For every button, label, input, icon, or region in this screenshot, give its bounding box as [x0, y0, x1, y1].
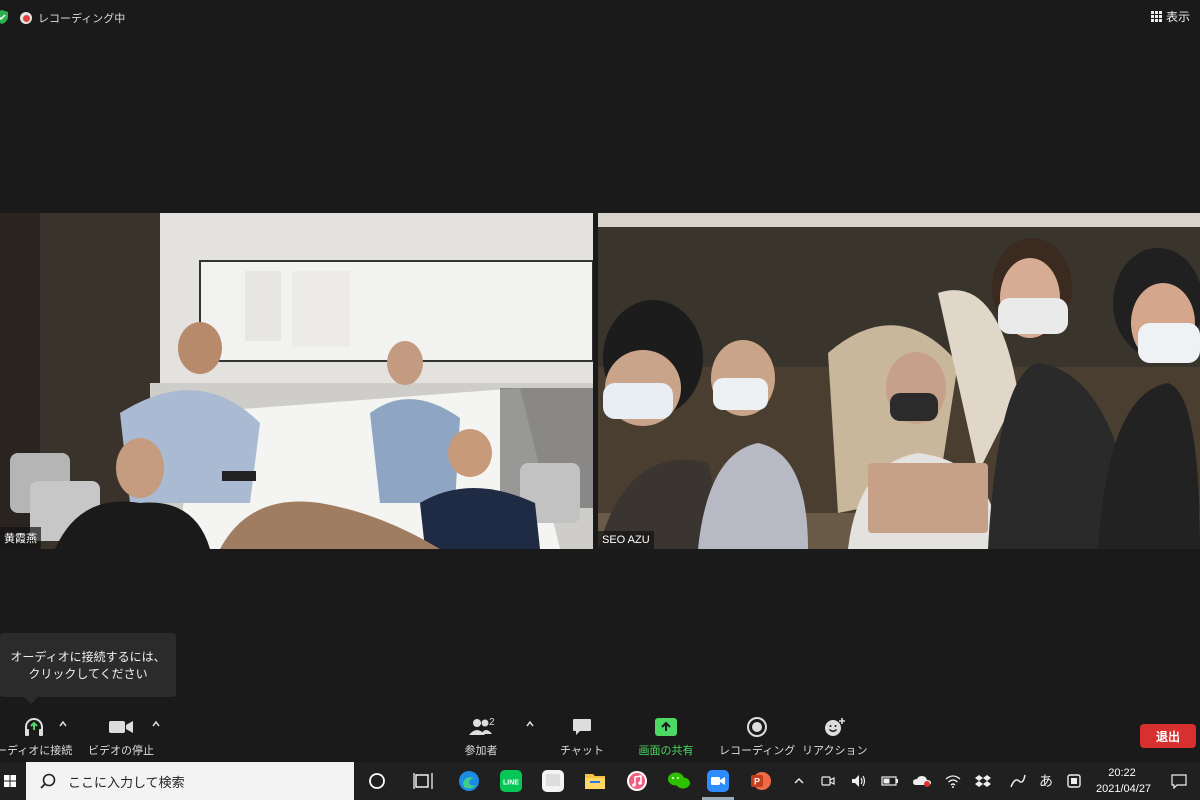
wifi-icon[interactable] [943, 773, 963, 789]
video-camera-icon [109, 721, 133, 733]
show-hidden-icons-chevron-icon[interactable] [792, 773, 806, 789]
itunes-icon[interactable] [625, 769, 649, 793]
volume-icon[interactable] [850, 773, 868, 789]
record-label: レコーディング [719, 745, 796, 757]
video-label: ビデオの停止 [88, 745, 154, 757]
recording-indicator[interactable]: レコーディング中 [20, 10, 125, 26]
wechat-icon[interactable] [667, 769, 691, 793]
taskbar-clock[interactable]: 20:22 2021/04/27 [1096, 765, 1152, 797]
record-button[interactable]: レコーディング [719, 716, 795, 758]
leave-meeting-button[interactable]: 退出 [1140, 724, 1196, 748]
view-label: 表示 [1165, 10, 1190, 24]
participants-count: 2 [489, 717, 495, 728]
clock-date: 2021/04/27 [1096, 783, 1152, 795]
onedrive-icon[interactable] [911, 773, 933, 789]
participants-options-chevron-icon[interactable] [526, 720, 534, 728]
windows-taskbar: ここに入力して検索 LINE P あ 20:22 2021/04/27 [0, 762, 1200, 800]
grid-view-icon [1150, 11, 1162, 22]
reaction-label: リアクション [802, 745, 868, 757]
participant-name-tag: SEO AZU [598, 531, 654, 549]
svg-text:LINE: LINE [503, 780, 519, 787]
share-label: 画面の共有 [638, 745, 694, 757]
video-feed-right [598, 213, 1200, 549]
battery-icon[interactable] [880, 773, 900, 789]
reactions-button[interactable]: リアクション [802, 716, 867, 758]
video-feed-left [0, 213, 593, 549]
start-button[interactable] [0, 762, 20, 800]
ime-mode-icon[interactable] [1065, 773, 1083, 789]
tooltip-line-1: オーディオに接続するには、 [10, 650, 166, 664]
taskbar-search-box[interactable]: ここに入力して検索 [26, 762, 354, 800]
tooltip-line-2: クリックしてください [28, 667, 148, 681]
record-icon [747, 717, 768, 737]
share-screen-icon [655, 718, 677, 736]
search-placeholder: ここに入力して検索 [68, 774, 185, 790]
powerpoint-icon[interactable]: P [749, 769, 773, 793]
video-tile-left[interactable]: 黄霞燕 [0, 213, 593, 549]
svg-text:P: P [754, 777, 760, 787]
participants-label: 参加者 [464, 745, 498, 757]
clock-time: 20:22 [1108, 767, 1136, 779]
task-view-icon[interactable] [411, 769, 435, 793]
windows-logo-icon [4, 775, 16, 787]
file-explorer-icon[interactable] [583, 769, 607, 793]
zoom-meeting-window: レコーディング中 表示 黄霞燕 SEO AZU オーディオに接続するには、 クリ… [0, 0, 1200, 762]
share-screen-button[interactable]: 画面の共有 [636, 716, 696, 758]
audio-connect-tooltip[interactable]: オーディオに接続するには、 クリックしてください [0, 633, 176, 704]
app-icon[interactable] [541, 769, 565, 793]
meet-now-icon[interactable] [820, 773, 836, 789]
chat-label: チャット [560, 745, 604, 757]
headphones-icon [25, 718, 44, 736]
chat-button[interactable]: チャット [560, 716, 604, 758]
notification-center-icon[interactable] [1168, 773, 1190, 789]
video-tile-right[interactable]: SEO AZU [598, 213, 1200, 549]
recording-dot-icon [20, 12, 32, 24]
stop-video-button[interactable]: ビデオの停止 [88, 716, 154, 758]
ime-indicator[interactable]: あ [1037, 773, 1055, 789]
video-options-chevron-icon[interactable] [152, 720, 160, 728]
dropbox-icon[interactable] [973, 773, 993, 789]
recording-label: レコーディング中 [38, 13, 126, 25]
meeting-toolbar: ーディオに接続 ビデオの停止 2 参加者 チャット 画面の共有 レコーディング … [0, 712, 1200, 762]
chat-icon [572, 719, 591, 735]
cortana-icon[interactable] [365, 769, 389, 793]
audio-label: ーディオに接続 [0, 745, 73, 757]
participant-name-tag: 黄霞燕 [0, 527, 41, 549]
audio-options-chevron-icon[interactable] [59, 720, 67, 728]
view-button[interactable]: 表示 [1147, 6, 1194, 27]
reaction-smiley-icon [824, 718, 845, 736]
line-icon[interactable]: LINE [499, 769, 523, 793]
edge-icon[interactable] [457, 769, 481, 793]
pen-workspace-icon[interactable] [1007, 773, 1029, 789]
zoom-icon[interactable] [706, 769, 730, 793]
encryption-shield-icon[interactable] [0, 10, 8, 24]
search-icon [40, 773, 56, 789]
participants-button[interactable]: 2 参加者 [461, 716, 501, 758]
